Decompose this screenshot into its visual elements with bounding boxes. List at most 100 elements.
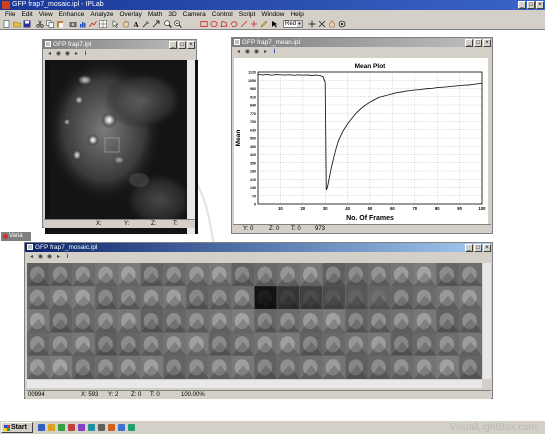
y-axis-label: Mean bbox=[235, 130, 242, 147]
menu-view[interactable]: View bbox=[36, 10, 56, 19]
mosaic-vertical-scrollbar[interactable] bbox=[483, 263, 491, 379]
menu-analyze[interactable]: Analyze bbox=[87, 10, 116, 19]
minimize-button[interactable]: _ bbox=[518, 1, 526, 9]
mosaic-tile bbox=[118, 332, 141, 356]
app-icon-3[interactable] bbox=[88, 424, 95, 431]
previous-frame-icon[interactable]: ◉ bbox=[37, 254, 44, 261]
image-vertical-scrollbar[interactable] bbox=[187, 60, 195, 234]
histogram-icon[interactable] bbox=[79, 20, 87, 28]
x-tick-label: 50 bbox=[368, 206, 373, 211]
zoom-out-icon[interactable] bbox=[174, 20, 182, 28]
camera-icon[interactable] bbox=[69, 20, 77, 28]
eyedropper-icon[interactable] bbox=[142, 20, 150, 28]
app-icon-2[interactable] bbox=[78, 424, 85, 431]
mosaic-tile bbox=[72, 355, 96, 379]
plot-window-titlebar[interactable]: GFP frap7_mean.ipl _ □ × bbox=[232, 38, 492, 47]
mosaic-window-titlebar[interactable]: GFP frap7_mosaic.ipl _ □ × bbox=[25, 243, 492, 252]
mosaic-maximize-button[interactable]: □ bbox=[474, 244, 482, 252]
new-file-icon[interactable] bbox=[3, 20, 11, 28]
freehand-roi-icon[interactable] bbox=[230, 20, 238, 28]
mosaic-info-button[interactable]: i bbox=[64, 254, 71, 261]
mosaic-horizontal-scrollbar[interactable] bbox=[27, 380, 482, 388]
save-icon[interactable] bbox=[23, 20, 31, 28]
menu-control[interactable]: Control bbox=[209, 10, 236, 19]
hand-icon[interactable] bbox=[122, 20, 130, 28]
arrow-tool-icon[interactable] bbox=[152, 20, 160, 28]
play-icon[interactable]: ◉ bbox=[253, 49, 260, 56]
plot-maximize-button[interactable]: □ bbox=[474, 39, 482, 47]
image-maximize-button[interactable]: □ bbox=[178, 41, 186, 49]
roi-select-icon[interactable] bbox=[271, 20, 279, 28]
menu-enhance[interactable]: Enhance bbox=[56, 10, 88, 19]
first-frame-icon[interactable]: ◂ bbox=[235, 49, 242, 56]
menu-overlay[interactable]: Overlay bbox=[116, 10, 144, 19]
first-frame-icon[interactable]: ◂ bbox=[28, 254, 35, 261]
app-icon-5[interactable] bbox=[108, 424, 115, 431]
cut-icon[interactable] bbox=[36, 20, 44, 28]
color-select-value: Red bbox=[285, 21, 297, 27]
plot-minimize-button[interactable]: _ bbox=[465, 39, 473, 47]
menu-help[interactable]: Help bbox=[287, 10, 306, 19]
mosaic-close-button[interactable]: × bbox=[483, 244, 491, 252]
play-icon[interactable]: ◉ bbox=[64, 51, 71, 58]
copy-icon[interactable] bbox=[46, 20, 54, 28]
image-info-button[interactable]: i bbox=[82, 51, 89, 58]
maximize-button[interactable]: □ bbox=[527, 1, 535, 9]
next-frame-icon[interactable]: ▸ bbox=[73, 51, 80, 58]
first-frame-icon[interactable]: ◂ bbox=[46, 51, 53, 58]
play-icon[interactable]: ◉ bbox=[46, 254, 53, 261]
menu-file[interactable]: File bbox=[2, 10, 18, 19]
menu-window[interactable]: Window bbox=[258, 10, 287, 19]
menu-3d[interactable]: 3D bbox=[165, 10, 179, 19]
plot-info-button[interactable]: i bbox=[271, 49, 278, 56]
pointer-icon[interactable] bbox=[112, 20, 120, 28]
mosaic-tile bbox=[140, 309, 164, 333]
next-frame-icon[interactable]: ▸ bbox=[262, 49, 269, 56]
move-icon[interactable] bbox=[308, 20, 316, 28]
pencil-icon[interactable] bbox=[260, 20, 268, 28]
mosaic-tile bbox=[345, 263, 369, 287]
mosaic-image[interactable] bbox=[27, 263, 482, 379]
hand-pan-icon[interactable] bbox=[328, 20, 336, 28]
menu-edit[interactable]: Edit bbox=[18, 10, 35, 19]
color-select[interactable]: Red ▼ bbox=[283, 20, 303, 28]
point-roi-icon[interactable] bbox=[250, 20, 258, 28]
previous-frame-icon[interactable]: ◉ bbox=[244, 49, 251, 56]
ellipse-roi-icon[interactable] bbox=[210, 20, 218, 28]
plot-close-button[interactable]: × bbox=[483, 39, 491, 47]
transform-icon[interactable] bbox=[318, 20, 326, 28]
text-tool-icon[interactable]: A bbox=[132, 20, 140, 28]
mosaic-minimize-button[interactable]: _ bbox=[465, 244, 473, 252]
close-button[interactable]: × bbox=[536, 1, 544, 9]
paste-icon[interactable] bbox=[56, 20, 64, 28]
app-icon-4[interactable] bbox=[98, 424, 105, 431]
folder-icon[interactable] bbox=[48, 424, 55, 431]
fluorescence-image[interactable] bbox=[45, 60, 198, 234]
previous-frame-icon[interactable]: ◉ bbox=[55, 51, 62, 58]
line-roi-icon[interactable] bbox=[240, 20, 248, 28]
app-icon-7[interactable] bbox=[128, 424, 135, 431]
open-folder-icon[interactable] bbox=[13, 20, 21, 28]
media-icon[interactable] bbox=[58, 424, 65, 431]
browser-icon[interactable] bbox=[38, 424, 45, 431]
grid-icon[interactable] bbox=[99, 20, 107, 28]
app-icon[interactable] bbox=[68, 424, 75, 431]
zoom-in-icon[interactable] bbox=[164, 20, 172, 28]
image-close-button[interactable]: × bbox=[187, 41, 195, 49]
menu-camera[interactable]: Camera bbox=[180, 10, 209, 19]
start-button[interactable]: Start bbox=[1, 422, 33, 433]
image-window-titlebar[interactable]: GFP frap7.ipl _ □ × bbox=[43, 40, 196, 49]
next-frame-icon[interactable]: ▸ bbox=[55, 254, 62, 261]
image-minimize-button[interactable]: _ bbox=[169, 41, 177, 49]
plot-area[interactable]: 0 70 140 210 280 350 420 490 560 630 700 770 840 910 9… bbox=[234, 58, 488, 230]
y-tick-label: 280 bbox=[250, 170, 256, 174]
chart-icon[interactable] bbox=[89, 20, 97, 28]
polygon-roi-icon[interactable] bbox=[220, 20, 228, 28]
target-icon[interactable] bbox=[338, 20, 346, 28]
menu-script[interactable]: Script bbox=[236, 10, 259, 19]
variable-window-tab[interactable]: Varia bbox=[1, 232, 31, 241]
app-icon-6[interactable] bbox=[118, 424, 125, 431]
rectangle-roi-icon[interactable] bbox=[200, 20, 208, 28]
menu-math[interactable]: Math bbox=[145, 10, 165, 19]
mosaic-tile bbox=[72, 309, 96, 333]
